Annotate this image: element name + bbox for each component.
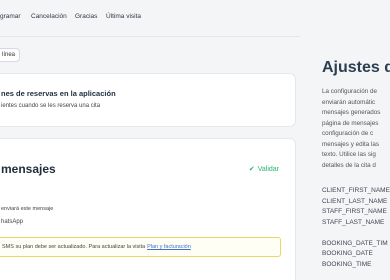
whatsapp-channel-option[interactable]: hatsApp: [1, 219, 23, 225]
variable-item: CLIENT_LAST_NAME: [322, 197, 388, 205]
reservations-notification-card: nes de reservas en la aplicación ientes …: [0, 73, 296, 127]
sms-upgrade-warning: SMS su plan debe ser actualizado. Para a…: [0, 237, 281, 257]
variable-item: STAFF_FIRST_NAME: [322, 208, 387, 215]
description-line: detalles de la cita d: [322, 161, 376, 169]
tab-gracias[interactable]: Gracias: [75, 13, 97, 20]
variable-item: BOOKING_DATE_TIM: [322, 239, 388, 247]
variable-spacer: [322, 228, 390, 239]
reservations-card-title: nes de reservas en la aplicación: [1, 89, 116, 98]
description-line: configuración de c: [322, 130, 374, 137]
validate-button[interactable]: ✔ Validar: [248, 165, 279, 174]
description-line: mensajes generados: [322, 109, 381, 116]
description-line: enviarán automátic: [322, 98, 376, 106]
reservations-card-description: ientes cuando se les reserva una cita: [1, 103, 101, 109]
settings-description: La configuración de enviarán automátic m…: [322, 87, 390, 171]
send-message-label: enviará este mensaje: [1, 206, 54, 212]
tab-cancelacion[interactable]: Cancelación: [31, 13, 67, 20]
description-line: mensajes y edita las: [322, 140, 380, 148]
variable-item: CLIENT_FIRST_NAME: [322, 187, 390, 194]
check-icon: ✔: [248, 166, 255, 173]
messages-card-title: mensajes: [1, 162, 56, 176]
tab-ultima-visita[interactable]: Última visita: [106, 13, 141, 20]
tab-programar[interactable]: gramar: [0, 13, 21, 20]
description-line: La configuración de: [322, 88, 377, 95]
messages-card: mensajes ✔ Validar enviará este mensaje …: [0, 138, 296, 280]
description-line: texto. Utilice las sig: [322, 151, 376, 158]
variable-item: BOOKING_TIME: [322, 260, 372, 268]
plan-billing-link[interactable]: Plan y facturación: [147, 244, 191, 250]
online-toggle-pill[interactable]: línea: [0, 48, 20, 62]
variable-item: STAFF_LAST_NAME: [322, 218, 385, 226]
warning-text: SMS su plan debe ser actualizado. Para a…: [2, 244, 146, 250]
variable-item: BOOKING_DATE: [322, 250, 373, 257]
template-variables-list: CLIENT_FIRST_NAME CLIENT_LAST_NAME STAFF…: [322, 186, 390, 270]
nav-divider: [0, 36, 300, 37]
validate-label: Validar: [257, 165, 279, 173]
top-navigation: gramar Cancelación Gracias Última visita: [0, 0, 300, 36]
settings-heading: Ajustes d: [322, 59, 390, 76]
description-line: página de mensajes: [322, 119, 379, 127]
